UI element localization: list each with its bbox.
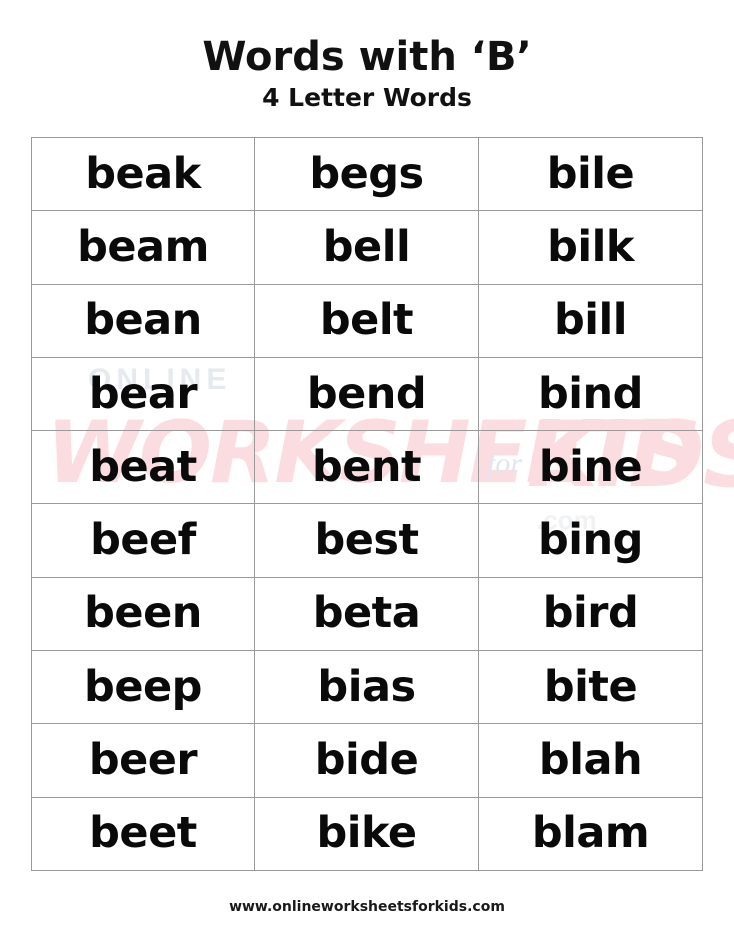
word-text: beef: [90, 515, 196, 566]
word-cell: beet: [31, 796, 255, 871]
word-cell: bite: [478, 650, 703, 725]
word-text: bias: [317, 661, 416, 712]
table-row: beat bent bine: [31, 430, 703, 505]
word-text: bilk: [547, 221, 634, 272]
word-text: best: [314, 515, 419, 566]
word-cell: bine: [478, 430, 703, 505]
word-cell: begs: [254, 136, 479, 212]
word-text: bide: [314, 735, 419, 786]
word-cell: bent: [254, 430, 479, 505]
word-text: bing: [538, 515, 643, 566]
word-text: been: [84, 588, 202, 639]
word-cell: bias: [254, 650, 479, 725]
word-text: bine: [538, 441, 643, 492]
word-cell: beef: [31, 503, 255, 578]
word-cell: beat: [31, 430, 255, 505]
table-row: beet bike blam: [31, 796, 703, 871]
word-text: bind: [538, 368, 643, 419]
word-text: belt: [319, 295, 414, 346]
worksheet-footer: www.onlineworksheetsforkids.com: [0, 898, 734, 916]
word-cell: bend: [254, 356, 479, 432]
word-cell: beam: [31, 210, 255, 285]
word-cell: belt: [254, 283, 479, 358]
word-text: beer: [88, 735, 198, 786]
word-text: begs: [309, 148, 424, 199]
word-text: bile: [546, 148, 635, 199]
word-cell: best: [254, 503, 479, 578]
word-text: beet: [89, 808, 197, 859]
word-cell: bide: [254, 723, 479, 798]
word-cell: blah: [478, 723, 703, 798]
word-text: bite: [543, 661, 638, 712]
table-row: beef best bing: [31, 503, 703, 578]
page-subtitle: 4 Letter Words: [262, 83, 472, 112]
word-text: blah: [538, 735, 643, 786]
table-row: beak begs bile: [31, 136, 703, 212]
word-cell: bell: [254, 210, 479, 285]
table-row: bear bend bind: [31, 356, 703, 432]
word-text: beta: [312, 588, 421, 639]
word-cell: been: [31, 576, 255, 652]
word-text: bend: [306, 368, 427, 419]
word-cell: bird: [478, 576, 703, 652]
word-text: beep: [84, 661, 202, 712]
worksheet-page: ONLINE WORKSHEETS for KIDS .com Words wi…: [0, 0, 734, 950]
word-cell: beer: [31, 723, 255, 798]
word-cell: bean: [31, 283, 255, 358]
word-text: beam: [77, 221, 209, 272]
table-row: beep bias bite: [31, 650, 703, 725]
page-title: Words with ‘B’: [202, 34, 532, 80]
word-cell: bind: [478, 356, 703, 432]
table-row: beer bide blah: [31, 723, 703, 798]
worksheet-header: Words with ‘B’ 4 Letter Words: [0, 0, 734, 112]
footer-website-url: www.onlineworksheetsforkids.com: [229, 899, 505, 915]
word-text: bear: [88, 368, 198, 419]
word-cell: bear: [31, 356, 255, 432]
word-text: blam: [531, 808, 650, 859]
word-text: bean: [84, 295, 202, 346]
table-row: bean belt bill: [31, 283, 703, 358]
word-text: bird: [542, 588, 639, 639]
word-cell: beak: [31, 136, 255, 212]
word-text: bell: [322, 221, 411, 272]
word-cell: bing: [478, 503, 703, 578]
word-text: bill: [554, 295, 628, 346]
word-cell: bill: [478, 283, 703, 358]
word-list-table: beak begs bile beam bell bilk bean belt …: [31, 136, 703, 871]
word-text: bent: [311, 441, 422, 492]
word-table-body: beak begs bile beam bell bilk bean belt …: [31, 136, 703, 871]
table-row: been beta bird: [31, 576, 703, 652]
word-cell: bike: [254, 796, 479, 871]
word-cell: beta: [254, 576, 479, 652]
word-cell: bilk: [478, 210, 703, 285]
word-cell: bile: [478, 136, 703, 212]
word-cell: beep: [31, 650, 255, 725]
word-text: beak: [85, 148, 201, 199]
word-cell: blam: [478, 796, 703, 871]
table-row: beam bell bilk: [31, 210, 703, 285]
word-text: bike: [316, 808, 417, 859]
word-text: beat: [89, 441, 197, 492]
